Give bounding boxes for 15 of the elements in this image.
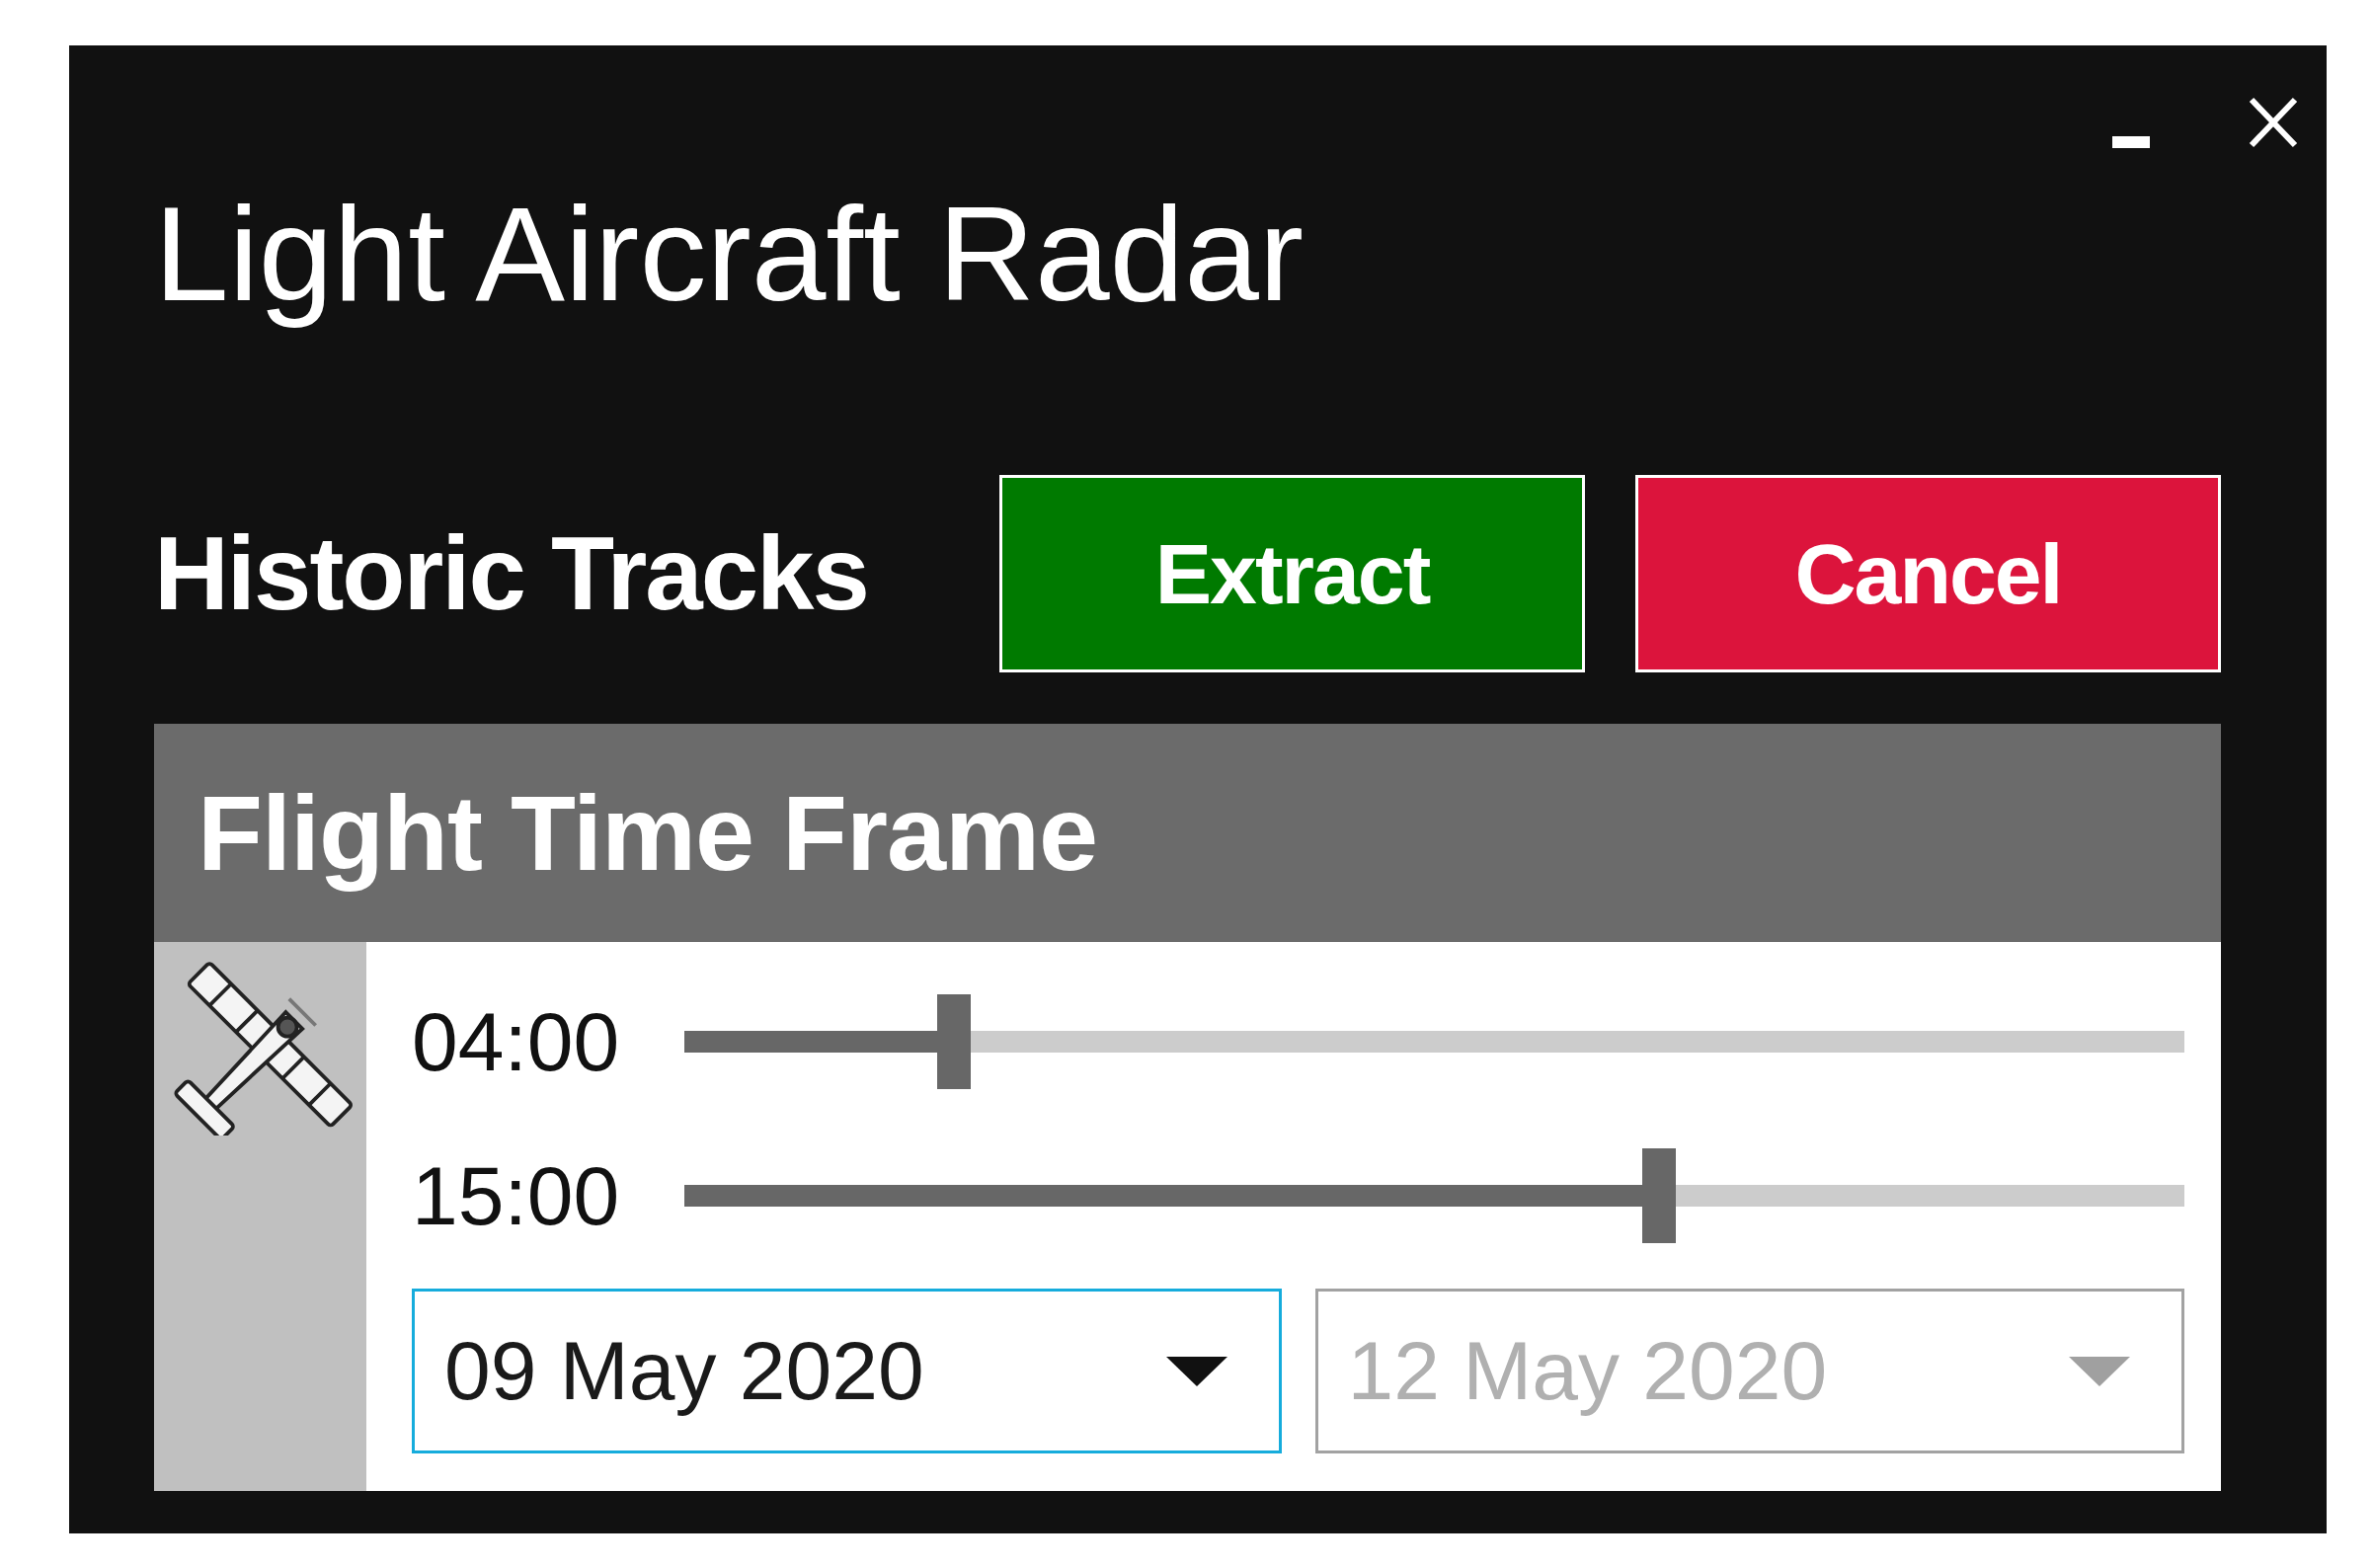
time-label: 15:00 xyxy=(412,1147,621,1244)
cancel-button[interactable]: Cancel xyxy=(1635,475,2221,673)
slider-thumb[interactable] xyxy=(937,994,972,1090)
time-label: 04:00 xyxy=(412,993,621,1090)
caret-icon xyxy=(1165,1356,1227,1386)
close-icon xyxy=(2249,97,2298,148)
window-title: Light Aircraft Radar xyxy=(154,178,1305,331)
caret-icon xyxy=(2069,1356,2130,1386)
date-picker[interactable]: 09 May 2020 xyxy=(412,1289,1282,1454)
panel-title: Flight Time Frame xyxy=(198,771,1098,895)
extract-button[interactable]: Extract xyxy=(999,475,1585,673)
minimize-icon xyxy=(2112,136,2150,148)
slider-thumb[interactable] xyxy=(1642,1148,1677,1244)
close-button[interactable] xyxy=(2249,97,2298,148)
section-label: Historic Tracks xyxy=(154,514,868,634)
